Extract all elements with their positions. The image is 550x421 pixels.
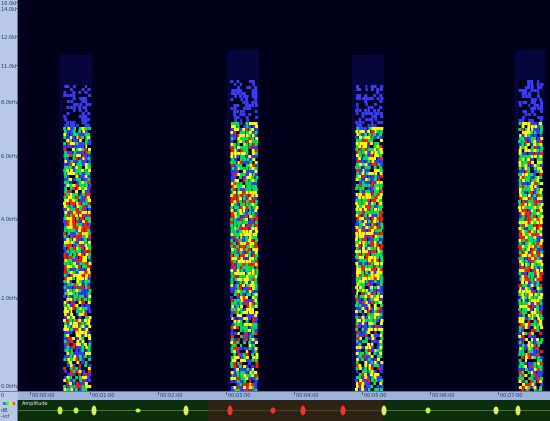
time-tick: 00:05:00 [364,393,387,399]
waveform-label-panel: dB -inf [0,400,18,421]
waveform-peak [300,405,306,416]
waveform-peak [340,405,346,416]
freq-tick: 0.0kHz [1,384,19,390]
waveform-peak [515,405,521,416]
speech-burst [60,55,92,391]
waveform-peak [381,405,387,416]
freq-tick: 6.0kHz [1,154,19,160]
freq-tick: 8.0kHz [1,100,19,106]
spectrogram-view[interactable] [18,0,550,391]
time-tick: 00:07:00 [500,393,523,399]
waveform-peak [73,407,79,414]
time-tick: 00:01:00 [92,393,115,399]
ruler-corner: 0 [0,391,18,400]
waveform-strip[interactable]: dB -inf Amplitude [0,400,550,421]
color-scale-icon [3,402,15,405]
time-tick: 00:03:00 [228,393,251,399]
waveform-canvas[interactable] [18,400,550,421]
freq-tick: 2.0kHz [1,296,19,302]
waveform-scale-label: -inf [1,414,10,420]
waveform-peak [425,407,431,414]
frequency-axis: 16.0kHz 14.0kHz 12.0kHz 11.0kHz 8.0kHz 6… [0,0,21,391]
freq-tick: 4.0kHz [1,217,19,223]
spectrogram-canvas[interactable] [18,0,550,391]
waveform-peak [57,406,63,415]
waveform-peak [183,405,189,416]
waveform-peak [270,407,276,414]
waveform-peak [227,405,233,416]
waveform-peak [493,406,499,415]
time-tick: 00:00:00 [32,393,55,399]
waveform-peak [91,405,97,416]
time-ruler[interactable]: 00:00:00 00:01:00 00:02:00 00:03:00 00:0… [18,391,550,400]
time-tick: 00:06:00 [432,393,455,399]
spectrogram-window: 16.0kHz 14.0kHz 12.0kHz 11.0kHz 8.0kHz 6… [0,0,550,421]
waveform-selection [208,400,383,421]
waveform-peak [135,408,141,413]
time-tick: 00:02:00 [160,393,183,399]
time-tick: 00:04:00 [296,393,319,399]
speech-burst [227,50,259,391]
zero-label: 0 [1,393,5,399]
speech-burst [515,50,545,391]
speech-burst [352,55,384,391]
